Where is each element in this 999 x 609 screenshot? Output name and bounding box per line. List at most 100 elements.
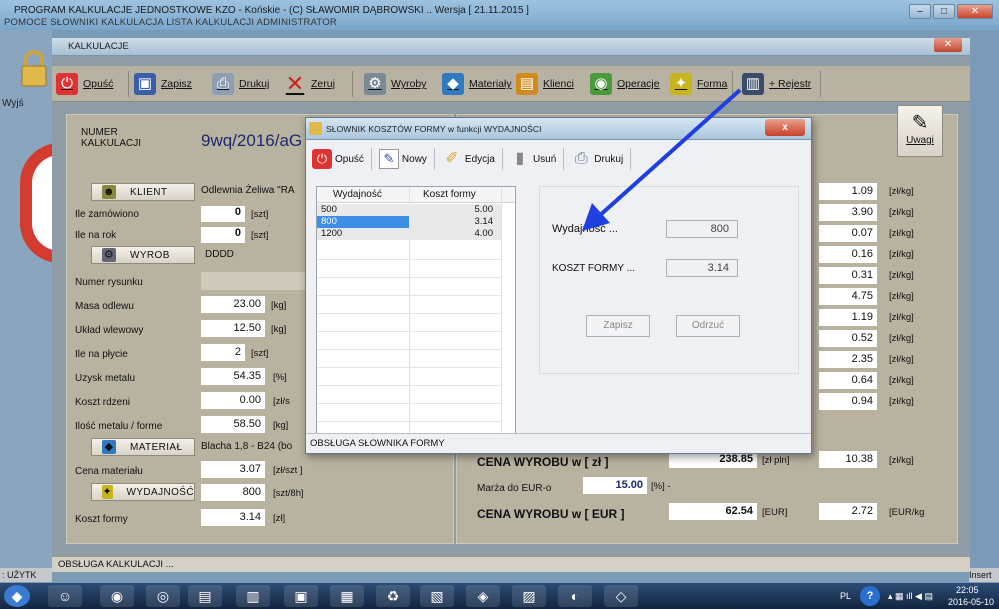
drukuj-button[interactable]: ⎙ Drukuj: [212, 69, 269, 99]
ilosc-metalu-field[interactable]: 58.50: [201, 416, 265, 433]
wydajnosc-button[interactable]: ✦ WYDAJNOŚĆ: [91, 483, 195, 501]
koszt-form-field[interactable]: 3.14: [666, 259, 738, 277]
right-value-field: 3.90: [819, 204, 877, 221]
firefox-icon[interactable]: ◉: [100, 585, 134, 607]
grid-row[interactable]: 3.14: [409, 216, 501, 228]
right-value-field: 0.94: [819, 393, 877, 410]
dlg-nowy-button[interactable]: ✎ Nowy: [378, 149, 427, 169]
dlg-opusc-button[interactable]: ⏻ Opuść: [312, 149, 364, 169]
koszt-formy-field[interactable]: 3.14: [201, 509, 265, 526]
ile-plycie-field[interactable]: 2: [201, 344, 245, 361]
klient-button[interactable]: ☻ KLIENT: [91, 183, 195, 201]
close-button[interactable]: ✕: [957, 4, 993, 19]
materialy-button[interactable]: ◆ Materiały: [442, 69, 512, 99]
materialy-label: Materiały: [469, 78, 512, 90]
wyroby-button[interactable]: ⚙ Wyroby: [364, 69, 427, 99]
masa-label: Masa odlewu: [75, 301, 134, 312]
app-menu[interactable]: POMOCE SŁOWNIKI KALKULACJA LISTA KALKULA…: [4, 17, 337, 28]
start-icon[interactable]: ◆: [4, 585, 30, 607]
right-value-row: 0.64 [zł/kg]: [819, 372, 949, 390]
right-value-unit: [zł/kg]: [889, 396, 914, 407]
clock-time[interactable]: 22:05: [956, 585, 979, 595]
odrzuc-button[interactable]: Odrzuć: [676, 315, 740, 337]
opusc-button[interactable]: ⏻ Opuść: [56, 69, 113, 99]
taskbar-app-icon[interactable]: ◇: [604, 585, 638, 607]
wyrob-value: DDDD: [205, 249, 234, 260]
ilosc-metalu-unit: [kg]: [273, 420, 289, 431]
koszt-formy-label: Koszt formy: [75, 514, 128, 525]
tray-icons[interactable]: ▴ ▦ ıll ◀ ▤: [888, 591, 933, 602]
ile-zamowiono-field[interactable]: 0: [201, 206, 245, 222]
user-status: : UŻYTK: [0, 568, 52, 582]
taskbar-app-icon[interactable]: ▧: [420, 585, 454, 607]
zapisz-button[interactable]: ▣ Zapisz: [134, 69, 192, 99]
right-value-field: 0.31: [819, 267, 877, 284]
right-value-row: 0.94 [zł/kg]: [819, 393, 949, 411]
maximize-button[interactable]: □: [933, 4, 955, 19]
taskbar-app-icon[interactable]: ◈: [466, 585, 500, 607]
masa-field[interactable]: 23.00: [201, 296, 265, 313]
right-value-field: 0.52: [819, 330, 877, 347]
koszt-rdzeni-field[interactable]: 0.00: [201, 392, 265, 409]
puzzle-icon: ✦: [102, 485, 113, 499]
taskbar-app-icon[interactable]: ▣: [284, 585, 318, 607]
taskbar-app-icon[interactable]: ☺: [48, 585, 82, 607]
language-indicator[interactable]: PL: [840, 591, 851, 601]
grid-header-koszt: Koszt formy: [423, 189, 476, 200]
dialog-close-button[interactable]: x: [765, 119, 805, 136]
grid-header-wydajnosc: Wydajność: [333, 189, 382, 200]
zapisz-button[interactable]: Zapisz: [586, 315, 650, 337]
dialog-statusbar: OBSŁUGA SŁOWNIKA FORMY: [306, 433, 811, 453]
minimize-button[interactable]: –: [909, 4, 931, 19]
wydajnosc-field[interactable]: 800: [201, 484, 265, 501]
cena-mat-field[interactable]: 3.07: [201, 461, 265, 478]
shapes-icon: ◆: [102, 440, 116, 454]
kalk-close-button[interactable]: ✕: [934, 38, 962, 52]
exit-label[interactable]: Wyjś: [2, 98, 24, 109]
cena-mat-label: Cena materiału: [75, 466, 143, 477]
grid-row[interactable]: 500 5.00: [317, 204, 501, 216]
window-controls: – □ ✕: [909, 4, 993, 19]
taskbar-app-icon[interactable]: ▨: [512, 585, 546, 607]
koszt-form-label: KOSZT FORMY ...: [552, 263, 635, 274]
explorer-icon[interactable]: ▥: [236, 585, 270, 607]
recycle-icon[interactable]: ♻: [376, 585, 410, 607]
wyroby-label: Wyroby: [391, 78, 427, 90]
grid-cell: 3.14: [474, 216, 494, 227]
taskbar-app-icon[interactable]: ◐: [558, 585, 592, 607]
numer-value[interactable]: 9wq/2016/aG: [201, 131, 302, 151]
marza-label: Marża do EUR-o: [477, 483, 552, 494]
ile-na-rok-unit: [szt]: [251, 230, 269, 241]
rejestr-button[interactable]: ▥ + Rejestr: [742, 69, 811, 99]
cena-mat-unit: [zł/szt ]: [273, 465, 303, 476]
right-value-unit: [zł/kg]: [889, 375, 914, 386]
dlg-edycja-button[interactable]: ✐ Edycja: [442, 149, 495, 169]
right-value-row: 0.52 [zł/kg]: [819, 330, 949, 348]
marza-field[interactable]: 15.00: [583, 477, 647, 494]
power-icon: ⏻: [56, 73, 78, 95]
zeruj-button[interactable]: ✕ Zeruj: [284, 69, 335, 99]
grid-row[interactable]: 1200 4.00: [317, 228, 501, 240]
calculator-icon[interactable]: ▦: [330, 585, 364, 607]
grid-row-selected[interactable]: 800: [317, 216, 409, 228]
dlg-usun-button[interactable]: ▮ Usuń: [510, 149, 557, 169]
lock-icon[interactable]: [20, 48, 48, 88]
wyrob-button[interactable]: ⚙ WYROB: [91, 246, 195, 264]
wyrob-btn-label: WYROB: [130, 249, 170, 261]
ile-na-rok-field[interactable]: 0: [201, 227, 245, 243]
windows-taskbar: ◆ ☺ ◉ ◎ ▤ ▥ ▣ ▦ ♻ ▧ ◈ ▨ ◐ ◇ PL ? ▴ ▦ ıll…: [0, 583, 999, 609]
uwagi-button[interactable]: ✎ Uwagi: [897, 105, 943, 157]
printer-icon: ⎙: [212, 73, 234, 95]
cena-kg-field: 10.38: [819, 451, 877, 468]
divider: [370, 148, 372, 170]
uklad-field[interactable]: 12.50: [201, 320, 265, 337]
numer-rysunku-field[interactable]: [201, 272, 311, 290]
chrome-icon[interactable]: ◎: [146, 585, 180, 607]
app-title: PROGRAM KALKULACJE JEDNOSTKOWE KZO - Koń…: [14, 5, 529, 16]
material-button[interactable]: ◆ MATERIAŁ: [91, 438, 195, 456]
help-icon[interactable]: ?: [860, 586, 880, 606]
taskbar-app-icon[interactable]: ▤: [188, 585, 222, 607]
right-value-row: 3.90 [zł/kg]: [819, 204, 949, 222]
uzysk-field[interactable]: 54.35: [201, 368, 265, 385]
clock-date[interactable]: 2016-05-10: [948, 597, 994, 607]
